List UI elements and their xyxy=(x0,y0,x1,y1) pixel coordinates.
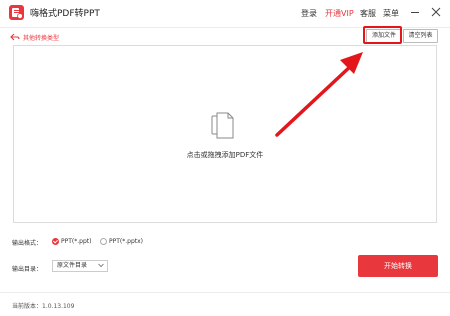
footer-divider xyxy=(0,292,450,293)
app-title: 嗨格式PDF转PPT xyxy=(30,9,100,19)
highlight-box xyxy=(363,26,402,44)
output-dir-value: 原文件目录 xyxy=(57,262,88,269)
format-pptx-label: PPT(*.pptx) xyxy=(109,237,144,245)
radio-checked-icon[interactable] xyxy=(52,237,59,245)
app-logo-icon xyxy=(9,5,24,20)
menu-link[interactable]: 菜单 xyxy=(383,8,399,19)
output-format-label: 输出格式： xyxy=(12,240,43,247)
radio-unchecked-icon[interactable] xyxy=(100,237,107,245)
back-arrow-icon[interactable] xyxy=(10,33,20,41)
format-option-ppt[interactable]: PPT(*.ppt) xyxy=(52,236,91,246)
format-option-pptx[interactable]: PPT(*.pptx) xyxy=(100,236,143,246)
close-icon[interactable] xyxy=(430,6,442,18)
clear-list-button[interactable]: 清空列表 xyxy=(403,29,438,43)
chevron-down-icon xyxy=(98,263,104,268)
output-dir-select[interactable]: 原文件目录 xyxy=(52,260,108,272)
format-ppt-label: PPT(*.ppt) xyxy=(61,237,92,245)
service-link[interactable]: 客服 xyxy=(360,8,376,19)
start-convert-button[interactable]: 开始转换 xyxy=(358,255,438,277)
vip-link[interactable]: 开通VIP xyxy=(325,8,354,19)
version-text: 当前版本：1.0.13.109 xyxy=(12,303,75,310)
output-dir-label: 输出目录： xyxy=(12,266,43,273)
other-conversion-link[interactable]: 其他转换类型 xyxy=(23,33,59,42)
drop-hint: 点击或拖拽添加PDF文件 xyxy=(186,151,264,159)
login-link[interactable]: 登录 xyxy=(301,8,317,19)
minimize-icon[interactable] xyxy=(409,6,421,18)
documents-icon xyxy=(211,112,234,139)
